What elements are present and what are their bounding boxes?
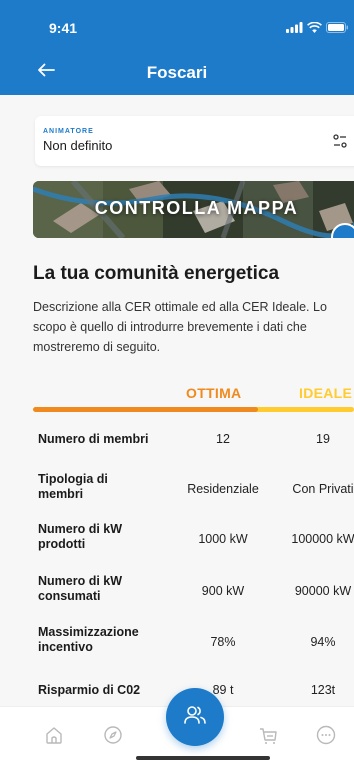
cell-ideale: 123t — [310, 683, 336, 697]
app-header: 9:41 Foscari — [0, 0, 354, 95]
sliders-icon[interactable] — [331, 132, 349, 150]
community-icon — [182, 702, 208, 733]
row-label: Numero di kW consumati — [38, 574, 123, 603]
cell-ideale: 94% — [310, 635, 336, 649]
map-button[interactable]: CONTROLLA MAPPA — [33, 181, 354, 238]
status-bar: 9:41 — [0, 0, 354, 50]
cell-ottima: 1000 kW — [198, 532, 248, 546]
home-icon — [43, 724, 65, 751]
row-label: Massimizzazione incentivo — [38, 625, 139, 654]
wifi-icon — [307, 20, 322, 38]
cell-ottima: 12 — [216, 432, 230, 446]
row-label: Risparmio di C02 — [38, 683, 141, 697]
nav-home[interactable] — [40, 723, 68, 751]
cell-ideale: 90000 kW — [294, 584, 352, 598]
community-button[interactable] — [166, 688, 224, 746]
column-header-ottima: OTTIMA — [186, 385, 242, 401]
map-button-label: CONTROLLA MAPPA — [94, 198, 299, 218]
nav-cart[interactable] — [254, 723, 282, 751]
row-label: Numero di membri — [38, 432, 149, 446]
cell-ideale: Con Privati — [292, 482, 354, 496]
battery-icon — [326, 20, 348, 38]
cell-ideale: 100000 kW — [291, 532, 354, 546]
status-time: 9:41 — [49, 20, 78, 36]
signal-icon — [286, 20, 303, 38]
row-label: Numero di kW prodotti — [38, 522, 123, 551]
section-description: Descrizione alla CER ottimale ed alla CE… — [33, 300, 327, 354]
animatore-value: Non definito — [43, 138, 113, 153]
row-label: Tipologia di membri — [38, 472, 108, 501]
nav-more[interactable] — [312, 723, 340, 751]
cart-icon — [257, 724, 279, 751]
home-indicator — [136, 756, 270, 760]
animatore-selector[interactable]: ANIMATORE Non definito — [35, 116, 354, 166]
compass-icon — [102, 724, 124, 751]
cell-ottima: 78% — [210, 635, 236, 649]
cell-ottima: 900 kW — [201, 584, 245, 598]
cell-ideale: 19 — [316, 432, 330, 446]
section-title: La tua comunità energetica — [33, 263, 280, 284]
nav-bar: Foscari — [0, 50, 354, 95]
nav-explore[interactable] — [99, 723, 127, 751]
comparison-bar-fill — [33, 407, 258, 412]
page-title: Foscari — [146, 63, 208, 82]
more-icon — [315, 724, 337, 751]
animatore-label: ANIMATORE — [43, 128, 94, 135]
status-icons — [286, 20, 348, 38]
cell-ottima: Residenziale — [187, 482, 259, 496]
column-header-ideale: IDEALE — [299, 385, 353, 401]
comparison-bar — [33, 407, 354, 412]
